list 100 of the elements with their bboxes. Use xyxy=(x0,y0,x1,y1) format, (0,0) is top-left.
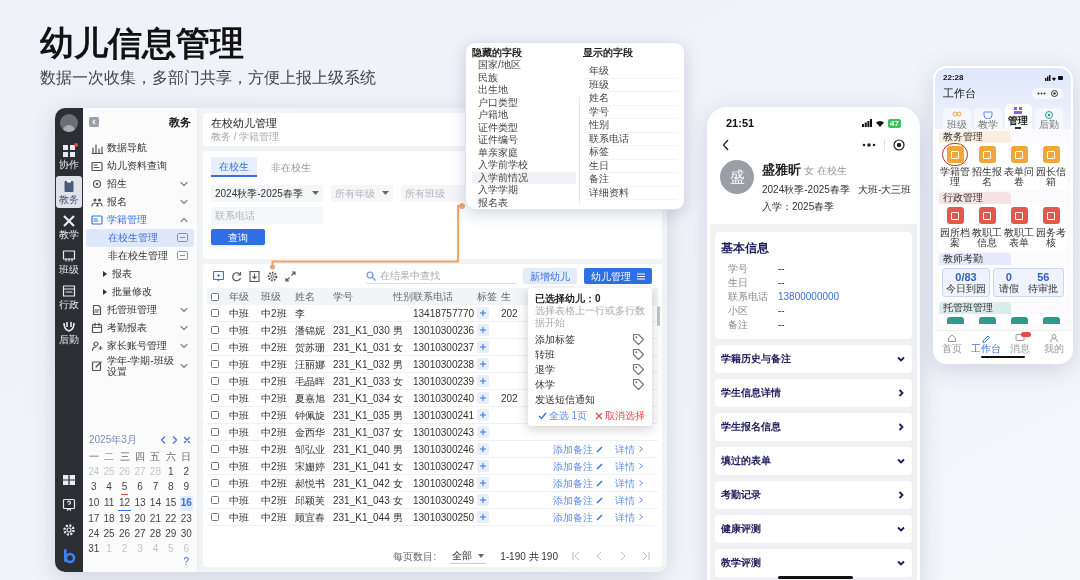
weekday-label: 六 xyxy=(164,450,177,464)
subheadline: 数据一次收集，多部门共享，方便上报上级系统 xyxy=(40,70,376,86)
table-cell-text: 毛晶晖 xyxy=(295,374,325,389)
table-cell-text: 女 xyxy=(393,425,403,440)
stat-label: 今日到园 xyxy=(946,283,986,294)
table-cell-text: 男 xyxy=(393,442,403,457)
table-cell-text: 男 xyxy=(393,323,403,338)
calendar-month: 2025年3月 xyxy=(89,433,137,447)
field-label: 备注 xyxy=(728,318,749,332)
table-cell-text: 中班 xyxy=(229,408,249,423)
table-cell-text: 13010300238 xyxy=(413,357,475,372)
table-cell-text: 中2班 xyxy=(261,442,287,457)
weekday-label: 五 xyxy=(149,450,162,464)
table-cell-text: 13010300239 xyxy=(413,374,475,389)
table-cell-text: 中2班 xyxy=(261,408,287,423)
group-title: 托管班管理 xyxy=(939,302,1011,314)
field-value: -- xyxy=(778,276,785,290)
stat-label: 待审批 xyxy=(1028,283,1059,294)
table-cell-text: 男 xyxy=(393,357,403,372)
table-cell-text: 中班 xyxy=(229,391,249,406)
table-cell-text: 女 xyxy=(393,391,403,406)
table-cell-text: 13010300246 xyxy=(413,442,475,457)
table-cell-text: 中班 xyxy=(229,476,249,491)
weekday-label: 二 xyxy=(103,450,116,464)
field-label: 小区 xyxy=(728,304,749,318)
table-cell-text: 231_K1_043 xyxy=(333,493,390,508)
page-size-label: 每页数目: xyxy=(393,549,437,564)
rail-label: 行政 xyxy=(59,299,79,310)
table-cell-text: 顾宜春 xyxy=(295,510,325,525)
sidebar-title: 教务 xyxy=(169,115,191,130)
table-cell-text: 中2班 xyxy=(261,493,287,508)
weekday-label: 日 xyxy=(180,450,193,464)
weekday-label: 一 xyxy=(87,450,100,464)
breadcrumb: 教务 / 学籍管理 xyxy=(211,131,280,143)
table-cell-text: 男 xyxy=(393,408,403,423)
class-text: 2024秋季-2025春季 大班-大三班 xyxy=(762,182,912,197)
table-cell-text: 中2班 xyxy=(261,323,287,338)
table-cell-text: 231_K1_033 xyxy=(333,374,390,389)
column-header: 班级 xyxy=(261,290,281,304)
selected-count: 已选择幼儿：0 xyxy=(535,292,601,305)
table-cell-text: 231_K1_030 xyxy=(333,323,390,338)
student-name: 盛雅昕 xyxy=(762,161,801,179)
table-cell-text: 夏嘉旭 xyxy=(295,391,325,406)
table-cell-text: 中2班 xyxy=(261,425,287,440)
field-label: 学号 xyxy=(728,262,749,276)
field-label: 生日 xyxy=(728,276,749,290)
table-cell-text: 郝悦书 xyxy=(295,476,325,491)
table-cell-text: 宋姗婷 xyxy=(295,459,325,474)
table-cell-text: 中班 xyxy=(229,442,249,457)
column-header: 生 xyxy=(501,290,511,304)
table-cell-text: 231_K1_042 xyxy=(333,476,390,491)
table-cell-text: 231_K1_034 xyxy=(333,391,390,406)
table-cell-text: 中班 xyxy=(229,493,249,508)
table-cell-text: 中2班 xyxy=(261,391,287,406)
battery-level: 47 xyxy=(888,118,901,128)
column-title: 隐藏的字段 xyxy=(472,47,522,59)
column-header: 姓名 xyxy=(295,290,315,304)
field-label: 联系电话 xyxy=(728,290,769,304)
stat-value: 0/83 xyxy=(955,271,977,283)
table-cell-text: 邹弘业 xyxy=(295,442,325,457)
gender-text: 女 xyxy=(804,164,814,178)
rail-label: 教务 xyxy=(59,194,79,205)
column-header: 联系电话 xyxy=(413,290,453,304)
table-cell-text: 女 xyxy=(393,459,403,474)
table-cell-text: 13010300250 xyxy=(413,510,475,525)
group-title: 教务管理 xyxy=(939,131,1011,143)
table-cell-text: 231_K1_037 xyxy=(333,425,390,440)
rail-label: 教学 xyxy=(59,229,79,240)
page-title: 工作台 xyxy=(943,85,976,101)
table-cell-text: 231_K1_031 xyxy=(333,340,390,355)
table-cell-text: 202 xyxy=(501,306,518,321)
stat-value: 0 xyxy=(1005,271,1012,283)
table-cell-text: 女 xyxy=(393,476,403,491)
table-cell-text: 中2班 xyxy=(261,357,287,372)
table-cell-text: 中班 xyxy=(229,357,249,372)
enrollment-text: 入学：2025春季 xyxy=(762,199,836,214)
page-title: 在校幼儿管理 xyxy=(211,116,277,131)
table-cell-text: 231_K1_032 xyxy=(333,357,390,372)
column-header: 标签 xyxy=(477,290,497,304)
table-cell-text: 中2班 xyxy=(261,476,287,491)
table-cell-text: 13010300240 xyxy=(413,391,475,406)
table-cell-text: 13010300243 xyxy=(413,425,475,440)
table-cell-text: 中班 xyxy=(229,340,249,355)
column-title: 显示的字段 xyxy=(583,47,633,59)
table-cell-text: 13010300249 xyxy=(413,493,475,508)
table-cell-text: 13010300237 xyxy=(413,340,475,355)
column-header: 性别 xyxy=(393,290,413,304)
table-cell-text: 女 xyxy=(393,493,403,508)
column-header: 学号 xyxy=(333,290,353,304)
card-title: 基本信息 xyxy=(721,239,769,257)
rail-label: 协作 xyxy=(59,159,79,170)
table-cell-text: 钟佩旋 xyxy=(295,408,325,423)
table-cell-text: 邱颖芙 xyxy=(295,493,325,508)
table-cell-text: 13010300247 xyxy=(413,459,475,474)
table-cell-text: 中班 xyxy=(229,510,249,525)
table-cell-text: 中2班 xyxy=(261,459,287,474)
status-time: 21:51 xyxy=(726,115,755,131)
table-cell-text: 13418757770 xyxy=(413,306,475,321)
table-cell-text: 男 xyxy=(393,510,403,525)
table-cell-text: 中班 xyxy=(229,425,249,440)
